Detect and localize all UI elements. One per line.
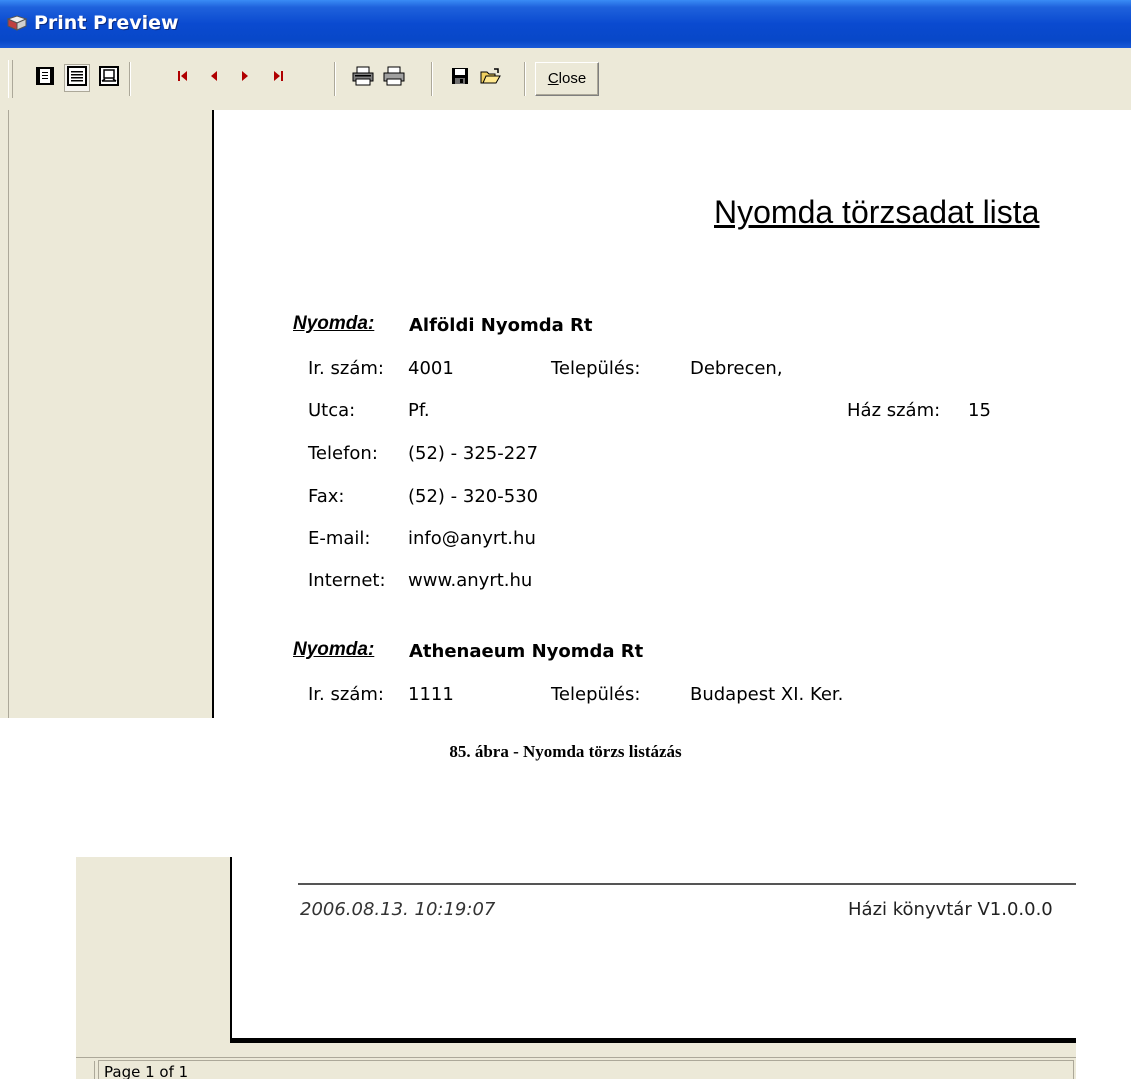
field-value: 1111 — [408, 684, 454, 705]
preview-page: Nyomda törzsadat lista Nyomda: Alföldi N… — [212, 110, 1131, 718]
field-label: Ir. szám: — [308, 358, 384, 379]
field-value: www.anyrt.hu — [408, 570, 533, 591]
last-page-icon — [271, 69, 285, 88]
title-bar[interactable]: Print Preview — [0, 0, 1131, 48]
footer-app-name: Házi könyvtár V1.0.0.0 — [848, 899, 1053, 920]
last-page-button[interactable] — [265, 64, 291, 92]
print-preview-window: Print Preview Close Nyomda törzsadat lis… — [0, 0, 1131, 718]
field-value: info@anyrt.hu — [408, 528, 536, 549]
print-button[interactable] — [381, 64, 407, 92]
print-icon — [383, 66, 405, 91]
record-name: Athenaeum Nyomda Rt — [409, 641, 644, 662]
first-page-icon — [176, 69, 190, 88]
toolbar-separator — [129, 62, 131, 96]
figure-caption: 85. ábra - Nyomda törzs listázás — [449, 742, 682, 761]
print-setup-button[interactable] — [350, 64, 376, 92]
field-label: Utca: — [308, 400, 356, 421]
toolbar-grip[interactable] — [8, 60, 13, 98]
save-icon — [451, 67, 469, 90]
print-preview-footer-window: 2006.08.13. 10:19:07 Házi könyvtár V1.0.… — [76, 857, 1076, 1079]
open-folder-icon — [480, 67, 502, 90]
page-status: Page 1 of 1 — [104, 1063, 189, 1079]
next-page-icon — [238, 69, 252, 88]
open-button[interactable] — [478, 64, 504, 92]
field-label: Település: — [551, 684, 641, 705]
field-value: Pf. — [408, 400, 430, 421]
field-label: Fax: — [308, 486, 345, 507]
save-button[interactable] — [447, 64, 473, 92]
field-value: Budapest XI. Ker. — [690, 684, 844, 705]
prev-page-button[interactable] — [201, 64, 227, 92]
page-width-icon — [67, 65, 87, 91]
toolbar: Close — [0, 48, 1131, 111]
footer-datetime: 2006.08.13. 10:19:07 — [300, 899, 496, 920]
document-title: Nyomda törzsadat lista — [714, 194, 1040, 230]
zoom-button[interactable] — [96, 64, 122, 92]
next-page-button[interactable] — [232, 64, 258, 92]
app-book-icon — [6, 14, 28, 32]
toolbar-separator — [524, 62, 526, 96]
field-label: Internet: — [308, 570, 386, 591]
zoom-icon — [99, 65, 119, 91]
field-value: 15 — [968, 400, 991, 421]
field-label: Telefon: — [308, 443, 378, 464]
toolbar-separator — [431, 62, 433, 96]
record-label: Nyomda: — [293, 639, 375, 660]
field-value: 4001 — [408, 358, 454, 379]
field-label: E-mail: — [308, 528, 371, 549]
field-label: Ház szám: — [847, 400, 941, 421]
field-value: (52) - 320-530 — [408, 486, 539, 507]
page-width-button[interactable] — [64, 64, 90, 92]
field-value: (52) - 325-227 — [408, 443, 539, 464]
one-page-button[interactable] — [32, 64, 58, 92]
field-value: Debrecen, — [690, 358, 783, 379]
preview-page-bottom: 2006.08.13. 10:19:07 Házi könyvtár V1.0.… — [230, 857, 1076, 1043]
field-label: Település: — [551, 358, 641, 379]
status-bar: Page 1 of 1 — [76, 1057, 1076, 1079]
close-button[interactable]: Close — [535, 62, 599, 96]
record-label: Nyomda: — [293, 313, 375, 334]
left-panel — [0, 110, 212, 718]
window-title: Print Preview — [34, 12, 179, 34]
prev-page-icon — [207, 69, 221, 88]
first-page-button[interactable] — [170, 64, 196, 92]
toolbar-separator — [334, 62, 336, 96]
field-label: Ir. szám: — [308, 684, 384, 705]
record-name: Alföldi Nyomda Rt — [409, 315, 593, 336]
one-page-icon — [35, 66, 55, 91]
footer-divider — [298, 883, 1076, 885]
print-setup-icon — [352, 66, 374, 91]
